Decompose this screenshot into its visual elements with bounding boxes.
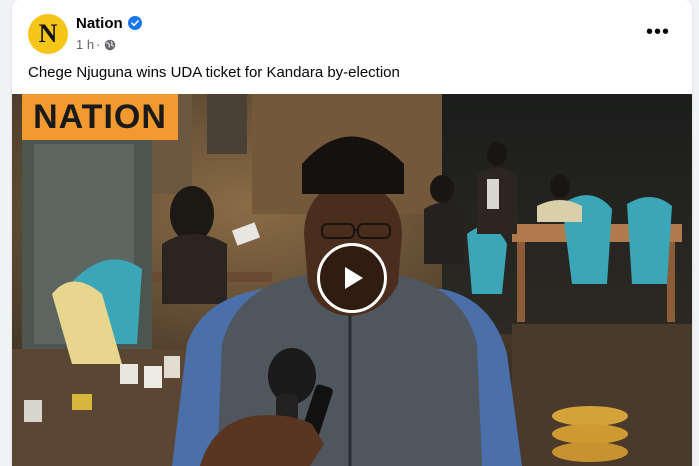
video-player[interactable]: NATION (12, 94, 692, 466)
post-meta: 1 h · (76, 37, 116, 52)
post-header: N Nation 1 h · ••• (12, 0, 692, 62)
globe-icon (105, 39, 116, 50)
post-time[interactable]: 1 h (76, 37, 94, 52)
more-options-icon[interactable]: ••• (646, 20, 670, 44)
play-triangle-icon (345, 267, 363, 289)
post-caption: Chege Njuguna wins UDA ticket for Kandar… (28, 64, 400, 81)
meta-separator: · (96, 37, 101, 52)
nation-watermark: NATION (22, 94, 178, 140)
avatar[interactable]: N (28, 14, 68, 54)
verified-badge-icon (128, 16, 142, 30)
post-card: N Nation 1 h · ••• Chege Njuguna wins UD… (12, 0, 692, 466)
avatar-letter: N (38, 19, 58, 48)
page-name[interactable]: Nation (76, 15, 123, 32)
play-icon[interactable] (317, 243, 387, 313)
